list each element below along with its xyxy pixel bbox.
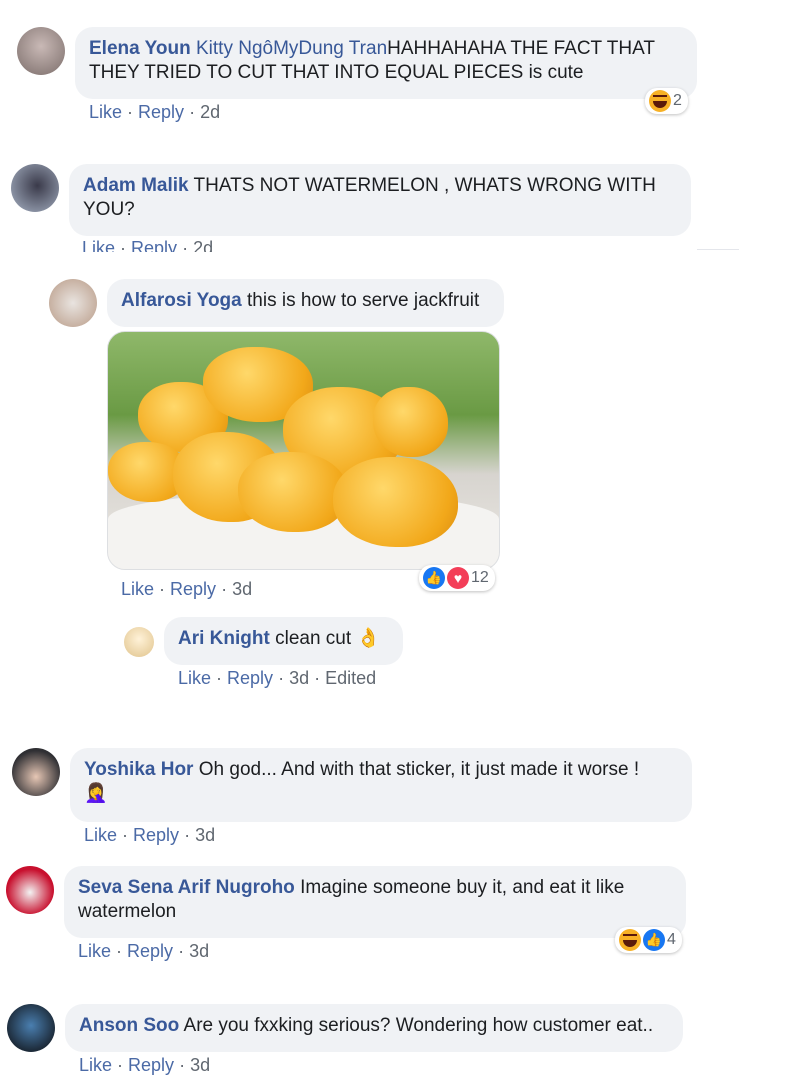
like-link[interactable]: Like <box>84 825 117 845</box>
separator: · <box>314 668 321 688</box>
avatar[interactable] <box>124 627 154 657</box>
like-link[interactable]: Like <box>178 668 211 688</box>
separator: · <box>216 668 223 688</box>
comment-bubble: Yoshika Hor Oh god... And with that stic… <box>70 748 692 822</box>
reply-link[interactable]: Reply <box>133 825 179 845</box>
comment-actions: Like · Reply · 2d <box>82 238 213 252</box>
separator: · <box>189 102 196 122</box>
timestamp[interactable]: 2d <box>193 238 213 252</box>
comment-text: Oh god... And with that sticker, it just… <box>198 759 640 780</box>
like-link[interactable]: Like <box>121 579 154 599</box>
fruit-shape <box>333 457 458 547</box>
commenter-name[interactable]: Alfarosi Yoga <box>121 290 242 311</box>
avatar[interactable] <box>7 1004 55 1052</box>
facepalm-icon: 🤦‍♀️ <box>84 783 108 804</box>
comment-actions: Like · Reply · 3d <box>121 579 252 600</box>
avatar[interactable] <box>12 748 60 796</box>
love-icon: ♥ <box>447 567 469 589</box>
separator: · <box>178 941 185 961</box>
actions-clip: Like · Reply · 2d <box>82 238 282 252</box>
reply-link[interactable]: Reply <box>128 1055 174 1075</box>
separator: · <box>278 668 285 688</box>
comment-text: clean cut <box>275 628 352 649</box>
separator: · <box>159 579 166 599</box>
commenter-name[interactable]: Anson Soo <box>79 1015 179 1036</box>
haha-icon <box>619 929 641 951</box>
reply-link[interactable]: Reply <box>170 579 216 599</box>
mention-link[interactable]: Kitty NgôMyDung Tran <box>196 38 387 59</box>
like-link[interactable]: Like <box>82 238 115 252</box>
timestamp[interactable]: 2d <box>200 102 220 122</box>
divider <box>697 249 739 250</box>
reply-link[interactable]: Reply <box>131 238 177 252</box>
timestamp[interactable]: 3d <box>189 941 209 961</box>
separator: · <box>182 238 189 252</box>
jackfruit-photo[interactable] <box>107 331 500 570</box>
timestamp[interactable]: 3d <box>289 668 309 688</box>
reaction-summary[interactable]: 2 <box>645 88 688 114</box>
comment-bubble: Ari Knight clean cut 👌 <box>164 617 403 665</box>
comment-bubble: Anson Soo Are you fxxking serious? Wonde… <box>65 1004 683 1052</box>
comment-actions: Like · Reply · 3d <box>79 1055 210 1076</box>
reply-link[interactable]: Reply <box>227 668 273 688</box>
fruit-shape <box>373 387 448 457</box>
reply-link[interactable]: Reply <box>138 102 184 122</box>
reaction-summary[interactable]: 👍 4 <box>615 927 682 953</box>
timestamp[interactable]: 3d <box>190 1055 210 1075</box>
avatar[interactable] <box>6 866 54 914</box>
fruit-shape <box>238 452 348 532</box>
avatar[interactable] <box>49 279 97 327</box>
like-link[interactable]: Like <box>79 1055 112 1075</box>
commenter-name[interactable]: Ari Knight <box>178 628 270 649</box>
comment-bubble: Alfarosi Yoga this is how to serve jackf… <box>107 279 504 327</box>
separator: · <box>179 1055 186 1075</box>
comment-actions: Like · Reply · 3d <box>84 825 215 846</box>
avatar[interactable] <box>17 27 65 75</box>
like-icon: 👍 <box>643 929 665 951</box>
commenter-name[interactable]: Yoshika Hor <box>84 759 193 780</box>
like-link[interactable]: Like <box>89 102 122 122</box>
comment-actions: Like · Reply · 3d · Edited <box>178 668 376 689</box>
separator: · <box>221 579 228 599</box>
separator: · <box>117 1055 124 1075</box>
like-link[interactable]: Like <box>78 941 111 961</box>
commenter-name[interactable]: Adam Malik <box>83 175 189 196</box>
comment-text: Are you fxxking serious? Wondering how c… <box>183 1015 654 1036</box>
haha-icon <box>649 90 671 112</box>
timestamp[interactable]: 3d <box>195 825 215 845</box>
separator: · <box>184 825 191 845</box>
comment-bubble: Seva Sena Arif Nugroho Imagine someone b… <box>64 866 686 938</box>
like-icon: 👍 <box>423 567 445 589</box>
separator: · <box>116 941 123 961</box>
reaction-count: 4 <box>667 931 676 948</box>
reply-link[interactable]: Reply <box>127 941 173 961</box>
reaction-count: 2 <box>673 92 682 109</box>
reaction-summary[interactable]: 👍 ♥ 12 <box>419 565 495 591</box>
ok-hand-icon: 👌 <box>356 628 381 649</box>
timestamp[interactable]: 3d <box>232 579 252 599</box>
edited-label[interactable]: Edited <box>325 668 376 688</box>
comment-text: this is how to serve jackfruit <box>247 290 480 311</box>
avatar[interactable] <box>11 164 59 212</box>
commenter-name[interactable]: Seva Sena Arif Nugroho <box>78 877 295 898</box>
separator: · <box>120 238 127 252</box>
reaction-count: 12 <box>471 569 489 586</box>
comment-bubble: Adam Malik THATS NOT WATERMELON , WHATS … <box>69 164 691 236</box>
commenter-name[interactable]: Elena Youn <box>89 38 191 59</box>
comment-actions: Like · Reply · 2d <box>89 102 220 123</box>
comment-bubble: Elena Youn Kitty NgôMyDung TranHAHHAHAHA… <box>75 27 697 99</box>
separator: · <box>122 825 129 845</box>
comment-actions: Like · Reply · 3d <box>78 941 209 962</box>
separator: · <box>127 102 134 122</box>
